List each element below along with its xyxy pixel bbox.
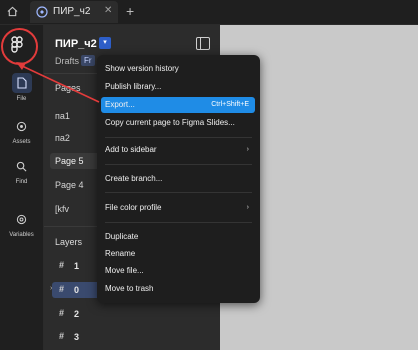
panel-toggle-icon[interactable] [196, 37, 210, 50]
menu-item-label: Create branch... [105, 174, 163, 183]
figma-menu-icon[interactable] [8, 36, 26, 54]
chevron-down-icon[interactable]: ▾ [99, 37, 111, 49]
layer-row[interactable]: # 3 [52, 329, 110, 345]
variables-icon [16, 214, 27, 224]
new-tab-button[interactable]: + [126, 3, 134, 19]
menu-item-label: Rename [105, 249, 136, 258]
layer-name: 2 [74, 309, 80, 319]
layer-name: 1 [74, 261, 80, 271]
page-item[interactable]: [kfv [55, 204, 69, 214]
menu-item-add-to-sidebar[interactable]: Add to sidebar › [105, 142, 255, 158]
pages-heading: Pages [55, 83, 81, 93]
tab-bar: ПИР_ч2 ✕ + [0, 0, 418, 25]
menu-item-label: Move file... [105, 266, 144, 275]
plan-badge: Fr [81, 55, 95, 66]
shortcut-label: Ctrl+Shift+E [211, 101, 249, 108]
menu-item-duplicate[interactable]: Duplicate [105, 229, 255, 245]
menu-item-move-file[interactable]: Move file... [105, 263, 255, 279]
file-icon [16, 77, 27, 89]
rail-item-find[interactable]: Find [0, 156, 43, 185]
file-tab[interactable]: ПИР_ч2 ✕ [30, 1, 118, 23]
frame-icon: # [59, 308, 65, 318]
menu-item-label: Publish library... [105, 82, 162, 91]
location-label[interactable]: Drafts [55, 56, 79, 66]
frame-icon: # [59, 260, 65, 270]
layer-name: 0 [74, 285, 80, 295]
assets-icon [16, 121, 27, 131]
file-title[interactable]: ПИР_ч2 [55, 38, 97, 50]
search-icon [16, 161, 27, 171]
rail-item-file[interactable]: File [0, 73, 43, 102]
menu-divider [105, 137, 252, 138]
menu-item-version-history[interactable]: Show version history [105, 61, 255, 77]
chevron-right-icon[interactable]: › [50, 285, 52, 292]
figma-file-icon [36, 6, 48, 18]
frame-icon: # [59, 284, 65, 294]
menu-item-publish-library[interactable]: Publish library... [105, 79, 255, 95]
home-button[interactable] [2, 2, 22, 22]
menu-divider [105, 192, 252, 193]
frame-icon: # [59, 331, 65, 341]
layer-name: 3 [74, 332, 80, 342]
rail-label-find: Find [15, 179, 28, 185]
page-item[interactable]: Page 4 [55, 180, 84, 190]
menu-item-label: Show version history [105, 64, 179, 73]
file-tab-label: ПИР_ч2 [53, 6, 91, 17]
page-item[interactable]: па1 [55, 111, 70, 121]
menu-item-label: Duplicate [105, 232, 139, 241]
menu-item-rename[interactable]: Rename [105, 246, 255, 262]
tool-rail: File Assets Find Variables [0, 25, 44, 350]
menu-divider [105, 164, 252, 165]
menu-item-label: Export... [105, 100, 135, 109]
layers-heading: Layers [55, 237, 83, 247]
rail-label-file: File [16, 96, 27, 102]
rail-label-variables: Variables [9, 232, 34, 238]
menu-divider [105, 222, 252, 223]
submenu-arrow-icon: › [246, 146, 249, 153]
rail-label-assets: Assets [12, 139, 31, 145]
menu-item-label: Copy current page to Figma Slides... [105, 118, 235, 127]
rail-item-variables[interactable]: Variables [0, 209, 43, 238]
menu-item-copy-to-slides[interactable]: Copy current page to Figma Slides... [105, 115, 255, 131]
layer-row[interactable]: # 2 [52, 306, 110, 322]
menu-item-label: Move to trash [105, 284, 154, 293]
menu-item-move-to-trash[interactable]: Move to trash [105, 281, 255, 297]
home-icon [7, 6, 17, 17]
rail-item-assets[interactable]: Assets [0, 116, 43, 145]
page-item[interactable]: па2 [55, 133, 70, 143]
menu-item-label: File color profile [105, 203, 162, 212]
close-icon[interactable]: ✕ [104, 5, 112, 16]
menu-item-export[interactable]: Export... Ctrl+Shift+E [101, 97, 255, 113]
menu-item-create-branch[interactable]: Create branch... [105, 171, 255, 187]
submenu-arrow-icon: › [246, 204, 249, 211]
file-context-menu: Show version history Publish library... … [97, 55, 260, 303]
menu-item-color-profile[interactable]: File color profile › [105, 200, 255, 216]
menu-item-label: Add to sidebar [105, 145, 157, 154]
